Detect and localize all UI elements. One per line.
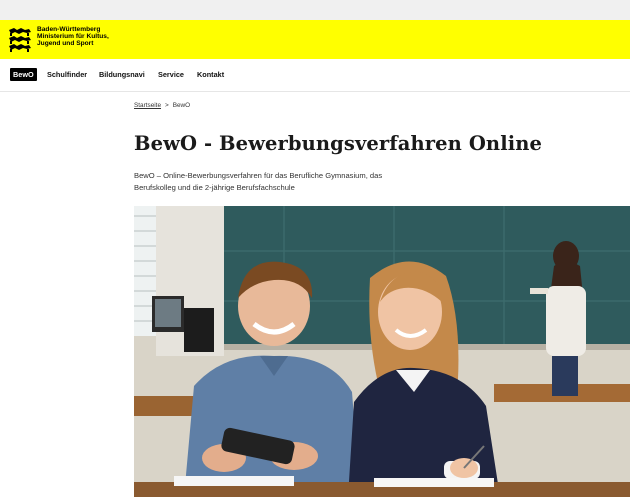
nav-item-schulfinder[interactable]: Schulfinder (47, 69, 87, 81)
page: Baden-Württemberg Ministerium für Kultus… (0, 20, 630, 497)
breadcrumb-separator: > (165, 102, 169, 109)
main-navigation: BewO Schulfinder Bildungsnavi Service Ko… (0, 59, 630, 92)
intro-text: BewO – Online-Bewerbungsverfahren für da… (134, 170, 454, 194)
intro-line-2: Berufskolleg und die 2-jährige Berufsfac… (134, 183, 295, 193)
browser-top-gap (0, 0, 630, 20)
ministry-name-line-1: Baden-Württemberg (37, 26, 101, 33)
stag-lions-crest-icon (9, 28, 31, 52)
ministry-logo[interactable]: Baden-Württemberg Ministerium für Kultus… (7, 26, 109, 53)
hero-illustration (134, 206, 630, 497)
breadcrumb-current: BewO (172, 102, 191, 109)
page-title: BewO - Bewerbungsverfahren Online (134, 132, 543, 155)
header-banner: Baden-Württemberg Ministerium für Kultus… (0, 20, 630, 59)
breadcrumb-home-link[interactable]: Startseite (134, 102, 161, 109)
ministry-name-line-3: Jugend und Sport (37, 40, 94, 48)
breadcrumb: Startseite > BewO (134, 102, 190, 109)
nav-item-bildungsnavi[interactable]: Bildungsnavi (99, 69, 145, 81)
nav-item-service[interactable]: Service (158, 69, 184, 81)
hero-image (134, 206, 630, 497)
nav-item-bewo[interactable]: BewO (10, 68, 37, 81)
intro-line-1: BewO – Online-Bewerbungsverfahren für da… (134, 171, 383, 180)
nav-item-kontakt[interactable]: Kontakt (197, 69, 224, 81)
ministry-name-line-2: Ministerium für Kultus, (37, 33, 109, 41)
ministry-name: Baden-Württemberg Ministerium für Kultus… (37, 26, 109, 48)
